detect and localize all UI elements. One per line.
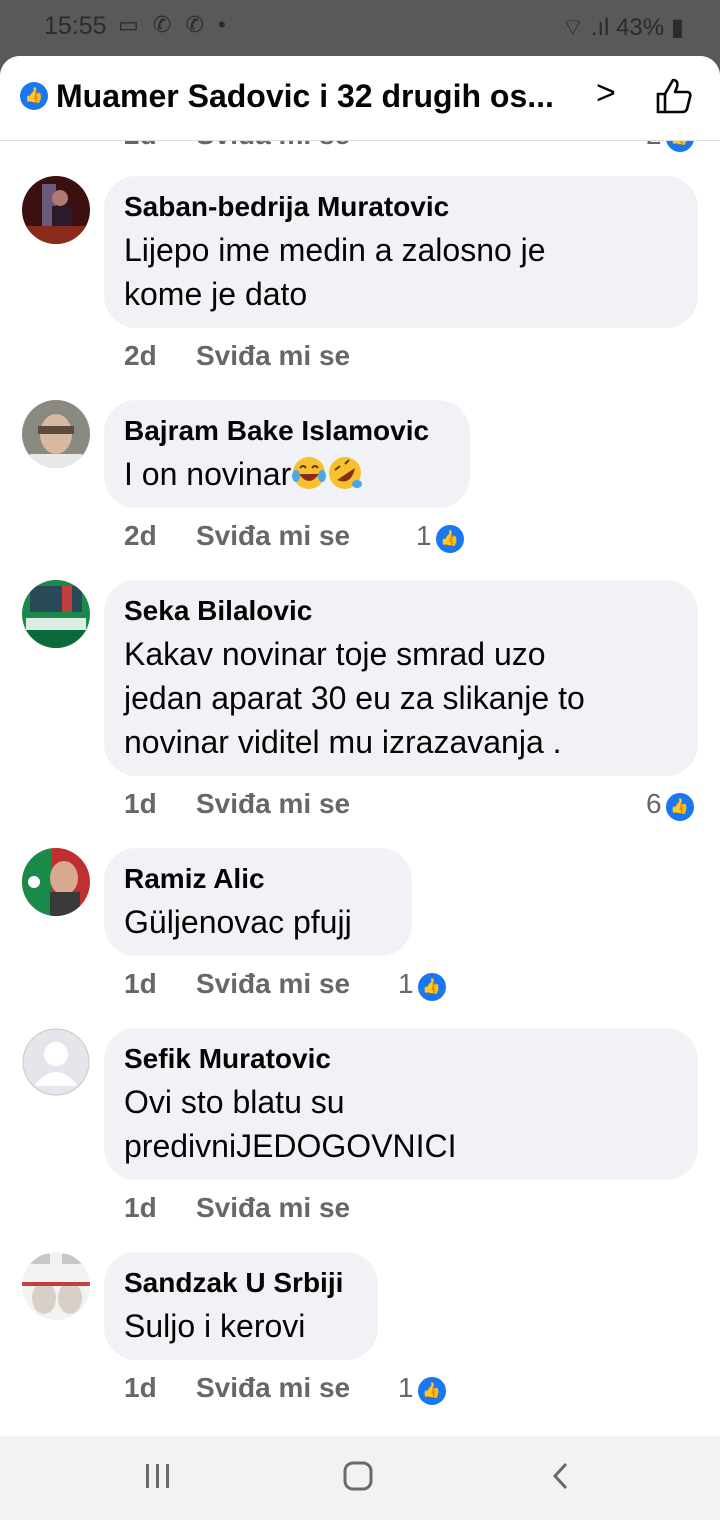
like-reaction-icon: 👍 xyxy=(433,523,466,555)
recent-apps-icon[interactable] xyxy=(142,1460,174,1497)
commenter-name[interactable]: Saban-bedrija Muratovic xyxy=(124,190,678,224)
like-button[interactable]: Sviđa mi se xyxy=(196,340,350,372)
comment-bubble[interactable]: Sefik Muratovic Ovi sto blatu su predivn… xyxy=(104,1028,698,1180)
comment-time: 1d xyxy=(124,788,157,819)
comment-time: 1d xyxy=(124,1192,157,1223)
comment-time: 2d xyxy=(124,141,157,150)
like-button[interactable]: Sviđa mi se xyxy=(196,1192,350,1224)
reactions-summary[interactable]: Muamer Sadovic i 32 drugih os... xyxy=(56,78,586,115)
reactions-header[interactable]: 👍 Muamer Sadovic i 32 drugih os... > xyxy=(0,56,720,141)
comment-line: kome je dato xyxy=(124,276,308,312)
comment-meta: 1d Sviđa mi se xyxy=(124,1192,350,1224)
commenter-name[interactable]: Sefik Muratovic xyxy=(124,1042,678,1076)
comment-line: jedan aparat 30 eu za slikanje to xyxy=(124,680,585,716)
reaction-number: 1 xyxy=(416,520,432,551)
comment-bubble[interactable]: Seka Bilalovic Kakav novinar toje smrad … xyxy=(104,580,698,776)
reaction-number: 1 xyxy=(398,968,414,999)
tears-of-joy-emoji xyxy=(291,456,327,490)
comments-sheet: 👍 Muamer Sadovic i 32 drugih os... > 2d … xyxy=(0,56,720,1436)
like-button[interactable]: Sviđa mi se xyxy=(196,141,350,151)
like-button[interactable]: Sviđa mi se xyxy=(196,968,350,1000)
back-icon[interactable] xyxy=(546,1460,578,1497)
reaction-number: 2 xyxy=(646,141,662,150)
comment-line: Kakav novinar toje smrad uzo xyxy=(124,636,546,672)
comment-bubble[interactable]: Bajram Bake Islamovic I on novinar xyxy=(104,400,470,508)
commenter-name[interactable]: Sandzak U Srbiji xyxy=(124,1266,358,1300)
comment-bubble[interactable]: Sandzak U Srbiji Suljo i kerovi xyxy=(104,1252,378,1360)
comment-bubble[interactable]: Saban-bedrija Muratovic Lijepo ime medin… xyxy=(104,176,698,328)
comment-line: Lijepo ime medin a zalosno je xyxy=(124,232,546,268)
commenter-name[interactable]: Bajram Bake Islamovic xyxy=(124,414,450,448)
comment-time: 1d xyxy=(124,968,157,999)
comment-line: novinar viditel mu izrazavanja . xyxy=(124,724,562,760)
status-time: 15:55 xyxy=(44,12,107,40)
comment-meta: 1d Sviđa mi se xyxy=(124,788,350,820)
like-reaction-icon: 👍 xyxy=(415,971,448,1003)
comment-feed[interactable]: 2d Sviđa mi se 2👍 Saban-bedrija Muratovi… xyxy=(0,141,720,1436)
comment-line: Ovi sto blatu su xyxy=(124,1084,345,1120)
notification-icons: ▭ ✆ ✆ • xyxy=(118,12,230,37)
comment-time: 2d xyxy=(124,340,157,371)
like-reaction-icon: 👍 xyxy=(663,791,696,823)
comment-text: Kakav novinar toje smrad uzo jedan apara… xyxy=(124,632,678,764)
home-icon[interactable] xyxy=(342,1460,374,1497)
reaction-count[interactable]: 1 👍 xyxy=(398,1372,448,1407)
chevron-right-icon[interactable]: > xyxy=(596,74,616,113)
comment-meta: 2d Sviđa mi se xyxy=(124,520,350,552)
comment-text: I on novinar xyxy=(124,452,450,496)
comment-text: Güljenovac pfujj xyxy=(124,904,352,940)
like-button[interactable]: Sviđa mi se xyxy=(196,1372,350,1404)
avatar[interactable] xyxy=(22,400,90,468)
commenter-name[interactable]: Ramiz Alic xyxy=(124,862,392,896)
comment-text: Lijepo ime medin a zalosno je kome je da… xyxy=(124,228,678,316)
comment-bubble[interactable]: Ramiz Alic Güljenovac pfujj xyxy=(104,848,412,956)
comment-line: I on novinar xyxy=(124,456,292,492)
avatar[interactable] xyxy=(22,848,90,916)
signal-icon: ⌔ .ıl xyxy=(561,14,610,41)
reaction-count[interactable]: 1 👍 xyxy=(416,520,466,555)
status-right: ⌔ .ıl 43% ▮ xyxy=(561,12,684,42)
system-nav-bar xyxy=(0,1436,720,1520)
comment-meta: 1d Sviđa mi se xyxy=(124,1372,350,1404)
comment-meta: 1d Sviđa mi se xyxy=(124,968,350,1000)
reaction-count[interactable]: 6 👍 xyxy=(646,788,696,823)
reaction-count[interactable]: 1 👍 xyxy=(398,968,448,1003)
reaction-count: 2👍 xyxy=(646,141,696,154)
like-reaction-icon: 👍 xyxy=(663,141,696,154)
default-avatar[interactable] xyxy=(22,1028,90,1096)
comment-meta: 2d Sviđa mi se xyxy=(124,340,350,372)
thumbs-up-icon[interactable] xyxy=(654,76,694,121)
battery-icon: ▮ xyxy=(670,14,684,41)
avatar[interactable] xyxy=(22,176,90,244)
comment-text: Ovi sto blatu su predivniJEDOGOVNICI xyxy=(124,1080,678,1168)
comment-line: predivniJEDOGOVNICI xyxy=(124,1128,457,1164)
comment-text: Suljo i kerovi xyxy=(124,1308,306,1344)
like-button[interactable]: Sviđa mi se xyxy=(196,788,350,820)
avatar[interactable] xyxy=(22,1252,90,1320)
comment-time: 2d xyxy=(124,520,157,551)
commenter-name[interactable]: Seka Bilalovic xyxy=(124,594,678,628)
like-button[interactable]: Sviđa mi se xyxy=(196,520,350,552)
battery-level: 43% xyxy=(616,14,665,41)
comment-meta: 2d Sviđa mi se xyxy=(124,141,350,151)
reaction-number: 6 xyxy=(646,788,662,819)
avatar[interactable] xyxy=(22,580,90,648)
rolling-laughing-emoji xyxy=(327,456,363,490)
status-bar: 15:55 ▭ ✆ ✆ • ⌔ .ıl 43% ▮ xyxy=(0,0,720,56)
comment-time: 1d xyxy=(124,1372,157,1403)
like-reaction-icon: 👍 xyxy=(20,82,48,110)
reaction-number: 1 xyxy=(398,1372,414,1403)
like-reaction-icon: 👍 xyxy=(415,1375,448,1407)
